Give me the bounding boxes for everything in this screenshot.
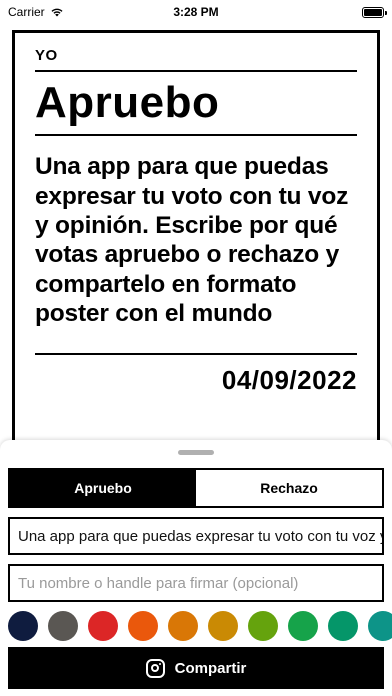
poster-small-label: YO — [35, 47, 58, 64]
battery-fill — [364, 8, 382, 16]
color-swatch[interactable] — [128, 611, 158, 641]
poster-divider — [35, 352, 357, 355]
name-input[interactable]: Tu nombre o handle para firmar (opcional… — [8, 564, 384, 602]
color-swatch[interactable] — [288, 611, 318, 641]
sheet-grabber[interactable] — [178, 450, 214, 455]
color-swatch[interactable] — [88, 611, 118, 641]
instagram-icon — [145, 658, 165, 678]
color-swatch[interactable] — [208, 611, 238, 641]
poster-divider — [35, 70, 357, 72]
bottom-sheet: Apruebo Rechazo Una app para que puedas … — [0, 440, 392, 696]
status-left: Carrier — [8, 5, 64, 19]
poster-body: Una app para que puedas expresar tu voto… — [35, 153, 349, 328]
segment-apruebo[interactable]: Apruebo — [10, 470, 196, 506]
share-button[interactable]: Compartir — [8, 647, 384, 689]
message-input[interactable]: Una app para que puedas expresar tu voto… — [8, 517, 384, 555]
color-swatch[interactable] — [168, 611, 198, 641]
carrier-label: Carrier — [8, 5, 45, 19]
color-swatch[interactable] — [328, 611, 358, 641]
share-label: Compartir — [174, 659, 247, 677]
poster-title: Apruebo — [35, 78, 220, 127]
color-swatch[interactable] — [48, 611, 78, 641]
battery-icon — [362, 6, 387, 18]
wifi-icon — [51, 8, 63, 17]
segment-rechazo[interactable]: Rechazo — [196, 470, 382, 506]
poster-preview: YO Apruebo Una app para que puedas expre… — [12, 30, 380, 470]
color-swatch[interactable] — [368, 611, 392, 641]
poster-divider — [35, 134, 357, 137]
color-picker — [8, 611, 392, 641]
status-bar: Carrier 3:28 PM — [0, 0, 392, 24]
vote-segmented-control: Apruebo Rechazo — [8, 468, 384, 508]
color-swatch[interactable] — [248, 611, 278, 641]
poster-date: 04/09/2022 — [221, 364, 357, 395]
status-right — [362, 6, 387, 18]
color-swatch[interactable] — [8, 611, 38, 641]
